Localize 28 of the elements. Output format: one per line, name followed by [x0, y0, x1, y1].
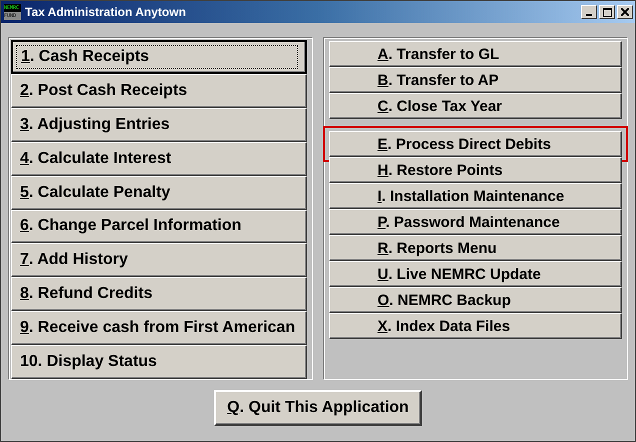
- menu-button[interactable]: O. NEMRC Backup: [328, 287, 622, 313]
- menu-button[interactable]: H. Restore Points: [328, 157, 622, 183]
- maximize-button[interactable]: [599, 5, 615, 19]
- menu-button[interactable]: E. Process Direct Debits: [328, 131, 622, 157]
- menu-button[interactable]: X. Index Data Files: [328, 313, 622, 339]
- menu-button[interactable]: 8. Refund Credits: [11, 277, 306, 312]
- quit-button[interactable]: Q. Quit This Application: [214, 390, 422, 426]
- menu-button[interactable]: 1. Cash Receipts: [11, 40, 306, 74]
- menu-button[interactable]: I. Installation Maintenance: [328, 183, 622, 209]
- menu-button[interactable]: 3. Adjusting Entries: [11, 108, 306, 142]
- menu-button[interactable]: 9. Receive cash from First American: [11, 311, 306, 346]
- menu-button[interactable]: 10. Display Status: [11, 345, 306, 380]
- menu-button[interactable]: 7. Add History: [11, 243, 306, 278]
- menu-button[interactable]: U. Live NEMRC Update: [328, 261, 622, 287]
- menu-button[interactable]: 4. Calculate Interest: [11, 142, 306, 176]
- menu-button[interactable]: P. Password Maintenance: [328, 209, 622, 235]
- minimize-button[interactable]: [581, 5, 597, 19]
- window-title: Tax Administration Anytown: [25, 5, 187, 19]
- menu-button[interactable]: A. Transfer to GL: [328, 41, 622, 67]
- close-button[interactable]: [617, 5, 633, 19]
- maximize-icon: [602, 8, 612, 16]
- menu-button[interactable]: 2. Post Cash Receipts: [11, 74, 306, 108]
- menu-button[interactable]: 6. Change Parcel Information: [11, 210, 306, 244]
- menu-button[interactable]: R. Reports Menu: [328, 235, 622, 261]
- menu-button[interactable]: B. Transfer to AP: [328, 67, 622, 93]
- close-icon: [621, 8, 629, 16]
- menu-button[interactable]: C. Close Tax Year: [328, 93, 622, 119]
- menu-button[interactable]: 5. Calculate Penalty: [11, 176, 306, 210]
